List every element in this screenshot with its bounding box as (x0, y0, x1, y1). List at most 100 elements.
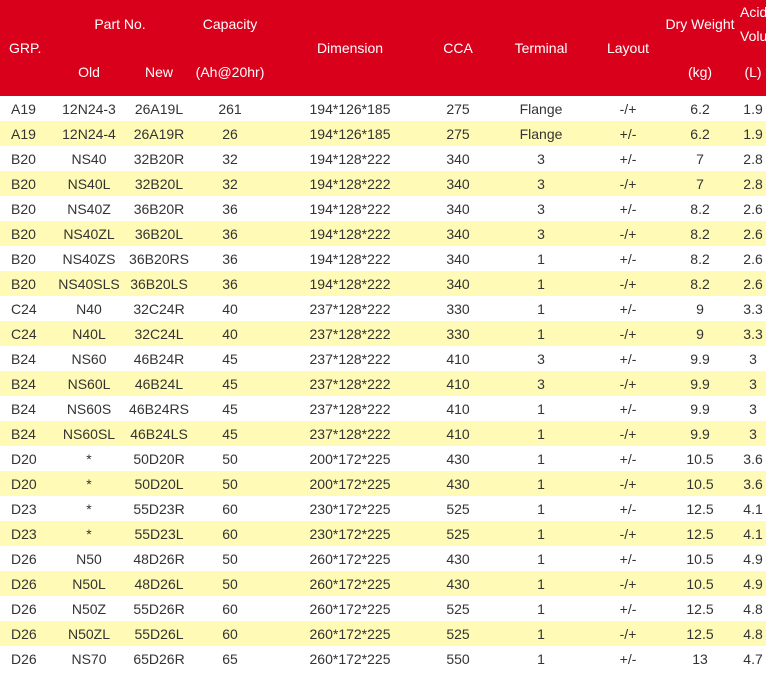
cell-old: N50ZL (50, 621, 128, 646)
cell-dimension: 260*172*225 (270, 596, 431, 621)
cell-grp: C24 (0, 321, 50, 346)
cell-old: N50L (50, 571, 128, 596)
table-row: C24 N40 32C24R 40 237*128*222 330 1 +/- 9 3.3 (0, 296, 766, 321)
cell-dimension: 230*172*225 (270, 521, 431, 546)
cell-grp: D20 (0, 446, 50, 471)
cell-cca: 340 (430, 171, 487, 196)
cell-dry-weight: 8.2 (660, 221, 741, 246)
cell-new: 55D26L (128, 621, 191, 646)
cell-dimension: 237*128*222 (270, 421, 431, 446)
cell-dimension: 237*128*222 (270, 321, 431, 346)
cell-cca: 275 (430, 121, 487, 146)
cell-capacity: 40 (190, 296, 271, 321)
cell-old: NS40ZS (50, 246, 128, 271)
cell-layout: -/+ (596, 221, 661, 246)
cell-old: NS60SL (50, 421, 128, 446)
cell-layout: -/+ (596, 521, 661, 546)
cell-grp: B20 (0, 271, 50, 296)
cell-old: N40L (50, 321, 128, 346)
cell-terminal: Flange (486, 96, 597, 121)
cell-capacity: 261 (190, 96, 271, 121)
table-row: D23 * 55D23L 60 230*172*225 525 1 -/+ 12.5 4.1 (0, 521, 766, 546)
cell-old: N50Z (50, 596, 128, 621)
table-row: B20 NS40L 32B20L 32 194*128*222 340 3 -/+ 7 2.8 (0, 171, 766, 196)
cell-dry-weight: 9.9 (660, 371, 741, 396)
header-dry-weight: Dry Weight (660, 0, 741, 48)
cell-acid-volume: 2.8 (740, 146, 766, 171)
cell-new: 32C24R (128, 296, 191, 321)
cell-cca: 330 (430, 321, 487, 346)
cell-old: * (50, 446, 128, 471)
cell-old: NS70 (50, 646, 128, 671)
cell-dimension: 194*128*222 (270, 246, 431, 271)
cell-layout: +/- (596, 496, 661, 521)
cell-dimension: 260*172*225 (270, 571, 431, 596)
cell-grp: B24 (0, 421, 50, 446)
cell-dimension: 194*128*222 (270, 146, 431, 171)
cell-cca: 550 (430, 646, 487, 671)
cell-grp: B20 (0, 196, 50, 221)
cell-terminal: 3 (486, 196, 597, 221)
cell-old: NS40ZL (50, 221, 128, 246)
cell-new: 36B20L (128, 221, 191, 246)
cell-old: * (50, 521, 128, 546)
cell-cca: 430 (430, 546, 487, 571)
cell-layout: +/- (596, 396, 661, 421)
table-row: B24 NS60S 46B24RS 45 237*128*222 410 1 +/- 9.9 3 (0, 396, 766, 421)
table-row: A19 12N24-3 26A19L 261 194*126*185 275 Flange -… (0, 96, 766, 121)
table-row: D20 * 50D20R 50 200*172*225 430 1 +/- 10.5 3.6 (0, 446, 766, 471)
cell-old: NS60S (50, 396, 128, 421)
cell-acid-volume: 3 (740, 396, 766, 421)
cell-cca: 410 (430, 396, 487, 421)
cell-dry-weight: 13 (660, 646, 741, 671)
cell-dimension: 194*128*222 (270, 221, 431, 246)
cell-acid-volume: 2.6 (740, 271, 766, 296)
table-row: B24 NS60SL 46B24LS 45 237*128*222 410 1 -/+ 9.9 3 (0, 421, 766, 446)
cell-terminal: 1 (486, 296, 597, 321)
cell-cca: 525 (430, 496, 487, 521)
table-header: GRP. Part No. Capacity Dimension CCA Ter… (0, 0, 766, 96)
cell-terminal: 1 (486, 596, 597, 621)
cell-terminal: 1 (486, 421, 597, 446)
cell-cca: 340 (430, 246, 487, 271)
cell-cca: 340 (430, 221, 487, 246)
table-row: D26 N50Z 55D26R 60 260*172*225 525 1 +/- 12.5 4.8 (0, 596, 766, 621)
cell-acid-volume: 3.6 (740, 446, 766, 471)
cell-grp: D26 (0, 646, 50, 671)
cell-capacity: 45 (190, 371, 271, 396)
cell-new: 32B20R (128, 146, 191, 171)
cell-cca: 430 (430, 571, 487, 596)
cell-terminal: 3 (486, 146, 597, 171)
cell-dry-weight: 12.5 (660, 621, 741, 646)
cell-dry-weight: 12.5 (660, 521, 741, 546)
cell-new: 46B24L (128, 371, 191, 396)
table-row: B20 NS40SLS 36B20LS 36 194*128*222 340 1 -/+ 8.2… (0, 271, 766, 296)
cell-dimension: 194*126*185 (270, 121, 431, 146)
cell-layout: +/- (596, 596, 661, 621)
cell-dry-weight: 8.2 (660, 271, 741, 296)
cell-cca: 430 (430, 446, 487, 471)
cell-new: 55D26R (128, 596, 191, 621)
table-row: A19 12N24-4 26A19R 26 194*126*185 275 Flange +/… (0, 121, 766, 146)
cell-layout: -/+ (596, 621, 661, 646)
cell-dry-weight: 10.5 (660, 546, 741, 571)
cell-dry-weight: 10.5 (660, 571, 741, 596)
cell-layout: -/+ (596, 171, 661, 196)
cell-dry-weight: 10.5 (660, 446, 741, 471)
cell-dry-weight: 9 (660, 296, 741, 321)
table-row: D20 * 50D20L 50 200*172*225 430 1 -/+ 10.5 3.6 (0, 471, 766, 496)
table-row: B20 NS40ZS 36B20RS 36 194*128*222 340 1 +/- 8.2 2… (0, 246, 766, 271)
cell-capacity: 40 (190, 321, 271, 346)
cell-acid-volume: 2.8 (740, 171, 766, 196)
cell-layout: +/- (596, 646, 661, 671)
cell-old: * (50, 471, 128, 496)
cell-acid-volume: 3.3 (740, 321, 766, 346)
cell-capacity: 65 (190, 646, 271, 671)
header-cca: CCA (430, 0, 487, 96)
cell-capacity: 36 (190, 246, 271, 271)
cell-layout: +/- (596, 121, 661, 146)
cell-capacity: 60 (190, 521, 271, 546)
cell-capacity: 60 (190, 596, 271, 621)
cell-dry-weight: 12.5 (660, 496, 741, 521)
cell-old: N50 (50, 546, 128, 571)
